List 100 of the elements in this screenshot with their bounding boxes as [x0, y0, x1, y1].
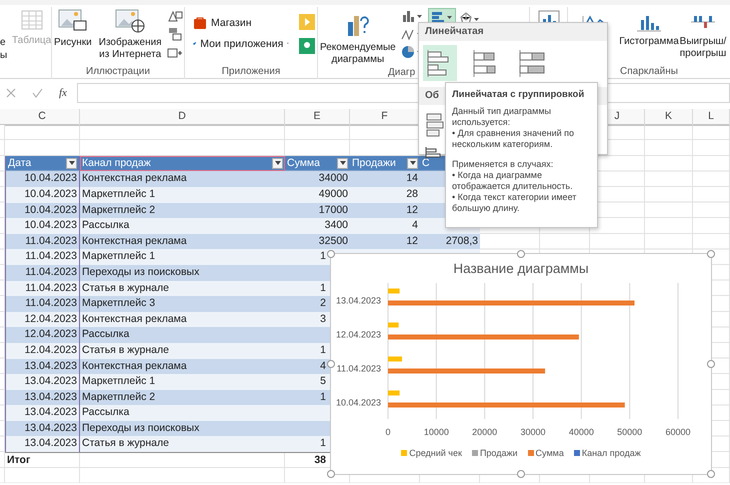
filter-button[interactable]: [272, 158, 283, 169]
group-label: Иллюстрации: [85, 66, 151, 79]
table-cell: Контекстная реклама: [80, 312, 285, 328]
play-tile-icon[interactable]: [299, 14, 315, 30]
group-label: Спарклайны: [619, 66, 679, 79]
table-cell: 4: [350, 218, 420, 234]
axis-tick-label: 60000: [665, 427, 691, 437]
column-header[interactable]: D: [80, 109, 285, 126]
axis-category-label: 12.04.2023: [336, 330, 381, 340]
resize-handle[interactable]: [707, 470, 715, 478]
table-cell: Маркетплейс 1: [80, 249, 285, 265]
cancel-icon[interactable]: [6, 88, 16, 98]
table-cell: 3400: [285, 218, 350, 234]
table-cell: 10.04.2023: [5, 171, 80, 187]
shapes-icon[interactable]: [166, 9, 183, 23]
chart-type-option[interactable]: [423, 45, 457, 81]
table-header: Дата: [5, 156, 80, 172]
axis-tick-label: 50000: [617, 427, 642, 437]
column-chart-icon[interactable]: [400, 9, 423, 23]
column-header[interactable]: L: [693, 109, 730, 126]
store-button[interactable]: Магазин: [193, 16, 289, 29]
caret-icon: [340, 161, 346, 166]
table-cell: 17000: [285, 202, 350, 218]
table-cell: Статья в журнале: [80, 436, 285, 452]
table-cell: 13.04.2023: [5, 405, 80, 421]
full-stacked-bar-icon: [517, 48, 547, 78]
tooltip-text: • Когда текст категории имеет большую длину.: [452, 192, 578, 214]
table-header: Канал продаж: [80, 156, 285, 172]
tooltip-title: Линейчатая с группировкой: [452, 89, 586, 100]
3d-bar-icon[interactable]: [425, 111, 445, 139]
bar: [388, 288, 400, 294]
table-cell: Маркетплейс 1: [80, 374, 285, 390]
more-bar-icon[interactable]: [425, 147, 443, 159]
bar: [388, 322, 399, 328]
table-cell: Контекстная реклама: [80, 171, 285, 187]
resize-handle[interactable]: [517, 470, 525, 478]
table-cell: 10.04.2023: [5, 202, 80, 218]
resize-handle[interactable]: [327, 470, 335, 478]
table-cell: 12: [350, 202, 420, 218]
pictures-button[interactable]: Рисунки: [52, 8, 94, 50]
bar: [388, 390, 400, 396]
menu-heading: Линейчатая: [419, 23, 607, 41]
group-label: Приложения: [220, 66, 282, 79]
column-header[interactable]: K: [645, 109, 693, 126]
table-cell: Рассылка: [80, 405, 285, 421]
table-cell: 11.04.2023: [5, 249, 80, 265]
chart-area[interactable]: Название диаграммы 0 10000 20000 30000 40000 50000 60000 13.04.2023 12.04.2023 11.04.2023 10.04.2023 Средний чек Продажи Сумма Канал продаж: [330, 253, 712, 475]
table-cell: 12.04.2023: [5, 342, 80, 358]
table-cell: 32500: [285, 234, 350, 250]
total-label: Итог: [5, 452, 80, 468]
table-cell: Переходы из поисковых: [80, 420, 285, 436]
resize-handle[interactable]: [517, 250, 525, 258]
picture-monitor-icon: [58, 9, 88, 33]
table-cell: 13.04.2023: [5, 390, 80, 406]
table-cell: 14: [350, 171, 420, 187]
caret-icon: [68, 161, 74, 166]
table-cell: Маркетплейс 3: [80, 296, 285, 312]
bar: [388, 356, 402, 362]
tooltip-text: • Для сравнения значений по нескольким категориям.: [452, 128, 576, 150]
caret-icon: [274, 161, 280, 166]
table-cell: 11.04.2023: [5, 264, 80, 281]
checkmark-icon[interactable]: [32, 88, 43, 98]
resize-handle[interactable]: [707, 360, 715, 368]
table-cell: 2708,3: [420, 234, 480, 250]
table-cell: 13.04.2023: [5, 436, 80, 452]
table-cell: 12: [350, 234, 420, 250]
table-cell: Рассылка: [80, 218, 285, 234]
filter-button[interactable]: [407, 158, 418, 169]
table-cell: 13.04.2023: [5, 374, 80, 390]
table-icon: [21, 10, 42, 30]
column-header[interactable]: C: [5, 109, 80, 126]
caret-icon: [410, 161, 416, 166]
chart-title: Название диаграммы: [453, 262, 589, 276]
resize-handle[interactable]: [707, 250, 715, 258]
recommended-charts-button[interactable]: Рекомендуемые диаграммы: [318, 8, 398, 67]
legend-label: Продажи: [480, 448, 518, 458]
table-cell: 11.04.2023: [5, 296, 80, 312]
table-cell: 13.04.2023: [5, 358, 80, 374]
insert-function-button[interactable]: fx: [59, 87, 67, 99]
table-cell: 10.04.2023: [5, 186, 80, 203]
table-cell: Рассылка: [80, 327, 285, 343]
map-tile-icon[interactable]: [299, 38, 315, 54]
table-cell: Статья в журнале: [80, 280, 285, 296]
table-cell: 10.04.2023: [5, 218, 80, 234]
cut-button-label: е ы: [0, 36, 7, 62]
table-cell: 11.04.2023: [5, 234, 80, 250]
axis-tick-label: 40000: [568, 427, 594, 437]
smartart-icon[interactable]: [166, 27, 183, 41]
table-cell: 13.04.2023: [5, 420, 80, 436]
table-cell: Статья в журнале: [80, 342, 285, 358]
filter-button[interactable]: [337, 158, 348, 169]
axis-tick-label: 30000: [520, 427, 546, 437]
resize-handle[interactable]: [327, 360, 335, 368]
column-header[interactable]: E: [285, 109, 350, 126]
my-apps-button[interactable]: Мои приложения: [193, 37, 289, 50]
bar-chart-icon: [430, 11, 453, 23]
online-pictures-button[interactable]: Изображения из Интернета: [96, 8, 164, 62]
table-cell: 12.04.2023: [5, 327, 80, 343]
table-cell: 49000: [285, 186, 350, 203]
filter-button[interactable]: [66, 158, 77, 169]
